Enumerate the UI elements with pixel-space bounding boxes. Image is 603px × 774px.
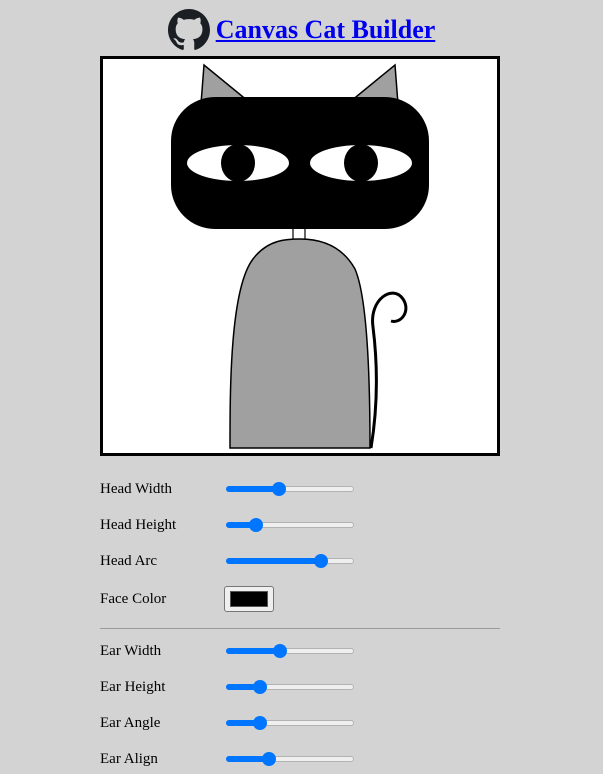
- ear-align-label: Ear Align: [100, 751, 158, 767]
- ear-height-slider[interactable]: [226, 680, 354, 694]
- face-color-row: Face Color: [100, 584, 500, 614]
- slider-fill: [226, 558, 321, 564]
- head-arc-slider[interactable]: [226, 554, 354, 568]
- face-color-swatch: [230, 591, 268, 607]
- slider-thumb[interactable]: [313, 554, 328, 568]
- slider-thumb[interactable]: [271, 482, 286, 496]
- section-divider: [100, 628, 500, 629]
- page-title-link[interactable]: Canvas Cat Builder: [216, 15, 436, 45]
- slider-fill: [226, 486, 279, 492]
- left-pupil: [221, 144, 255, 182]
- cat-canvas: [100, 56, 500, 456]
- face-color-picker[interactable]: [224, 586, 274, 612]
- face-color-label: Face Color: [100, 591, 167, 607]
- ear-width-label: Ear Width: [100, 643, 162, 659]
- head-height-slider[interactable]: [226, 518, 354, 532]
- slider-thumb[interactable]: [253, 680, 268, 694]
- head-arc-label: Head Arc: [100, 553, 158, 569]
- head-width-row: Head Width: [100, 474, 500, 504]
- head-width-slider[interactable]: [226, 482, 354, 496]
- ear-align-row: Ear Align: [100, 744, 500, 774]
- head-height-row: Head Height: [100, 510, 500, 540]
- ear-angle-label: Ear Angle: [100, 715, 161, 731]
- ear-width-row: Ear Width: [100, 636, 500, 666]
- page-header: Canvas Cat Builder: [0, 8, 603, 52]
- ear-align-slider[interactable]: [226, 752, 354, 766]
- ear-height-label: Ear Height: [100, 679, 166, 695]
- slider-thumb[interactable]: [262, 752, 277, 766]
- slider-thumb[interactable]: [272, 644, 287, 658]
- slider-thumb[interactable]: [248, 518, 263, 532]
- head-height-label: Head Height: [100, 517, 177, 533]
- head-arc-row: Head Arc: [100, 546, 500, 576]
- slider-fill: [226, 648, 280, 654]
- ear-angle-slider[interactable]: [226, 716, 354, 730]
- ear-height-row: Ear Height: [100, 672, 500, 702]
- github-icon[interactable]: [167, 9, 210, 51]
- ear-width-slider[interactable]: [226, 644, 354, 658]
- slider-thumb[interactable]: [253, 716, 268, 730]
- ear-angle-row: Ear Angle: [100, 708, 500, 738]
- right-pupil: [344, 144, 378, 182]
- cat-drawing: [103, 59, 497, 453]
- cat-body: [229, 238, 371, 449]
- head-width-label: Head Width: [100, 481, 173, 497]
